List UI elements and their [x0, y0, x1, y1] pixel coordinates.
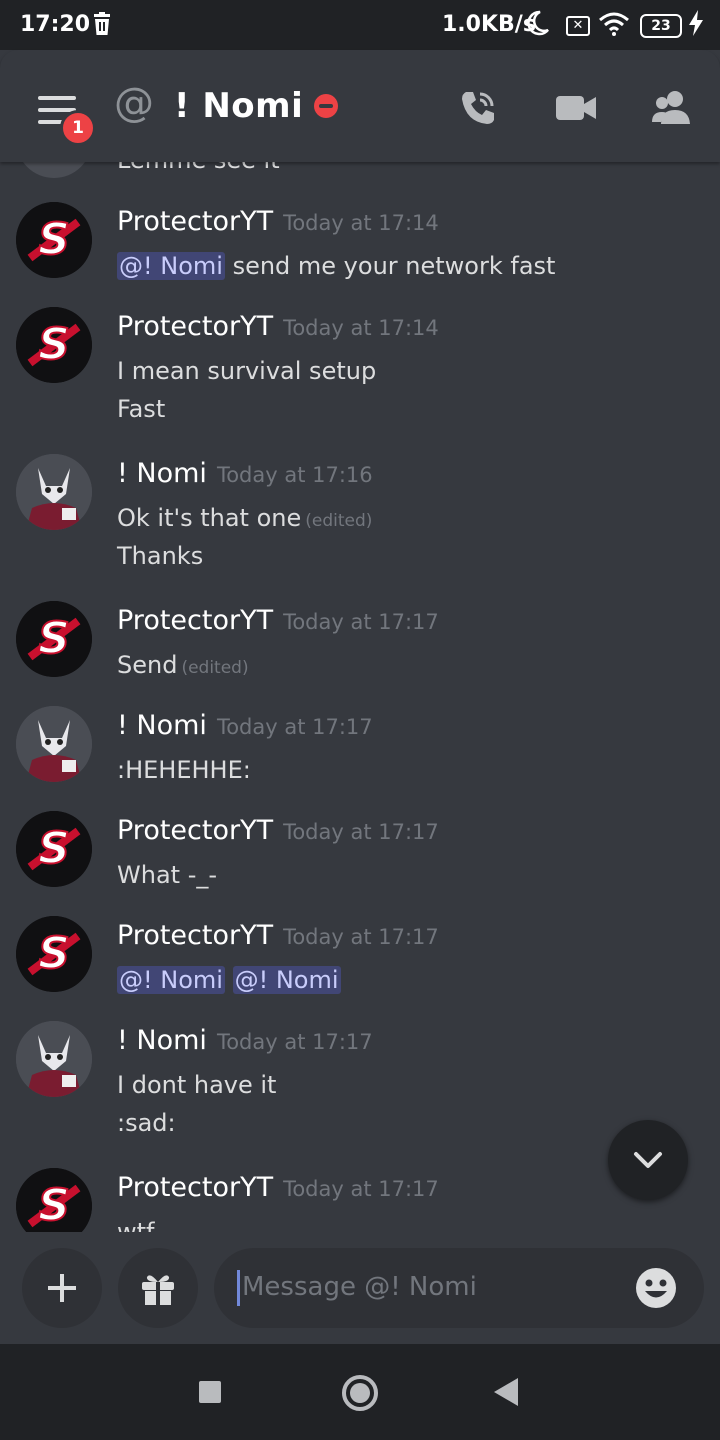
timestamp: Today at 17:17 [283, 1177, 439, 1201]
message-text: Send [117, 651, 178, 679]
author-name[interactable]: ProtectorYT [117, 920, 273, 951]
menu-button[interactable]: 1 [38, 96, 96, 146]
message-placeholder: Message @! Nomi [242, 1272, 477, 1302]
status-bar: 17:20 1.0KB/s ✕ 23 [0, 0, 720, 50]
jump-to-bottom-button[interactable] [608, 1120, 688, 1200]
avatar-nomi[interactable] [16, 1021, 92, 1097]
timestamp: Today at 17:17 [216, 1030, 373, 1054]
system-nav-bar [0, 1344, 720, 1440]
attach-button[interactable] [22, 1248, 102, 1328]
message-text: wtf [117, 1218, 155, 1232]
home-button[interactable] [342, 1375, 378, 1411]
text-cursor [237, 1270, 240, 1306]
menu-icon [38, 96, 76, 100]
back-button[interactable] [494, 1378, 518, 1406]
timestamp: Today at 17:14 [283, 316, 439, 340]
timestamp: Today at 17:16 [216, 463, 373, 487]
svg-text:S: S [38, 1180, 70, 1231]
avatar-protectoryt[interactable]: S [16, 202, 92, 278]
author-name[interactable]: ! Nomi [117, 1025, 207, 1056]
emoji-button[interactable] [634, 1266, 678, 1314]
trash-icon [92, 12, 112, 42]
avatar-protectoryt[interactable]: S [16, 916, 92, 992]
message-list[interactable]: Lemme see it S ProtectorYT Today at 17:14… [0, 162, 720, 1232]
channel-header: 1 @ ! Nomi [0, 50, 720, 162]
gift-button[interactable] [118, 1248, 198, 1328]
no-sim-icon: ✕ [566, 16, 590, 36]
message-text: What -_- [117, 861, 218, 889]
recents-button[interactable] [199, 1381, 221, 1403]
message-text: I mean survival setup [117, 357, 377, 385]
avatar-nomi[interactable] [16, 454, 92, 530]
wifi-icon [598, 12, 630, 42]
notification-badge: 1 [60, 110, 96, 146]
author-name[interactable]: ProtectorYT [117, 605, 273, 636]
user-mention[interactable]: @! Nomi [117, 966, 225, 994]
emoji-icon [636, 1268, 676, 1308]
dnd-status-icon [314, 94, 338, 118]
message-text: :HEHEHHE: [117, 756, 251, 784]
avatar[interactable] [16, 162, 92, 178]
message-text: :sad: [117, 1109, 176, 1137]
charging-icon [688, 10, 704, 42]
message-text: Lemme see it [117, 162, 280, 174]
svg-text:S: S [38, 613, 70, 664]
avatar-protectoryt[interactable]: S [16, 811, 92, 887]
video-camera-icon [556, 96, 596, 120]
avatar-protectoryt[interactable]: S [16, 601, 92, 677]
avatar-protectoryt[interactable]: S [16, 1168, 92, 1232]
plus-icon [48, 1274, 76, 1302]
status-time: 17:20 [20, 12, 91, 37]
author-name[interactable]: ProtectorYT [117, 815, 273, 846]
gift-icon [142, 1275, 174, 1305]
members-button[interactable] [650, 86, 694, 130]
at-icon: @ [114, 80, 154, 126]
message-input[interactable]: Message @! Nomi [214, 1248, 704, 1328]
avatar-protectoryt[interactable]: S [16, 307, 92, 383]
phone-call-icon [462, 92, 494, 124]
message-composer: Message @! Nomi [0, 1232, 720, 1344]
timestamp: Today at 17:17 [283, 925, 439, 949]
avatar-nomi[interactable] [16, 706, 92, 782]
author-name[interactable]: ProtectorYT [117, 311, 273, 342]
message-text: send me your network fast [224, 252, 556, 280]
author-name[interactable]: ! Nomi [117, 710, 207, 741]
author-name[interactable]: ! Nomi [117, 458, 207, 489]
edited-label: (edited) [305, 511, 373, 531]
svg-text:S: S [38, 214, 70, 265]
members-icon [652, 91, 690, 124]
svg-text:S: S [38, 928, 70, 979]
timestamp: Today at 17:17 [283, 610, 439, 634]
chevron-down-icon [634, 1152, 662, 1168]
message-text: Fast [117, 395, 166, 423]
author-name[interactable]: ProtectorYT [117, 1172, 273, 1203]
user-mention[interactable]: @! Nomi [117, 252, 225, 280]
channel-title: ! Nomi [174, 86, 304, 126]
message-text: Ok it's that one [117, 504, 302, 532]
message-text: Thanks [117, 542, 204, 570]
message-text: I dont have it [117, 1071, 277, 1099]
video-call-button[interactable] [554, 86, 598, 130]
moon-icon [526, 10, 550, 42]
network-speed: 1.0KB/s [442, 12, 536, 37]
timestamp: Today at 17:14 [283, 211, 439, 235]
svg-text:S: S [38, 319, 70, 370]
author-name[interactable]: ProtectorYT [117, 206, 273, 237]
svg-text:S: S [38, 823, 70, 874]
user-mention[interactable]: @! Nomi [232, 966, 341, 994]
timestamp: Today at 17:17 [283, 820, 439, 844]
timestamp: Today at 17:17 [216, 715, 373, 739]
voice-call-button[interactable] [456, 86, 500, 130]
edited-label: (edited) [181, 658, 249, 678]
battery-indicator: 23 [640, 14, 682, 38]
